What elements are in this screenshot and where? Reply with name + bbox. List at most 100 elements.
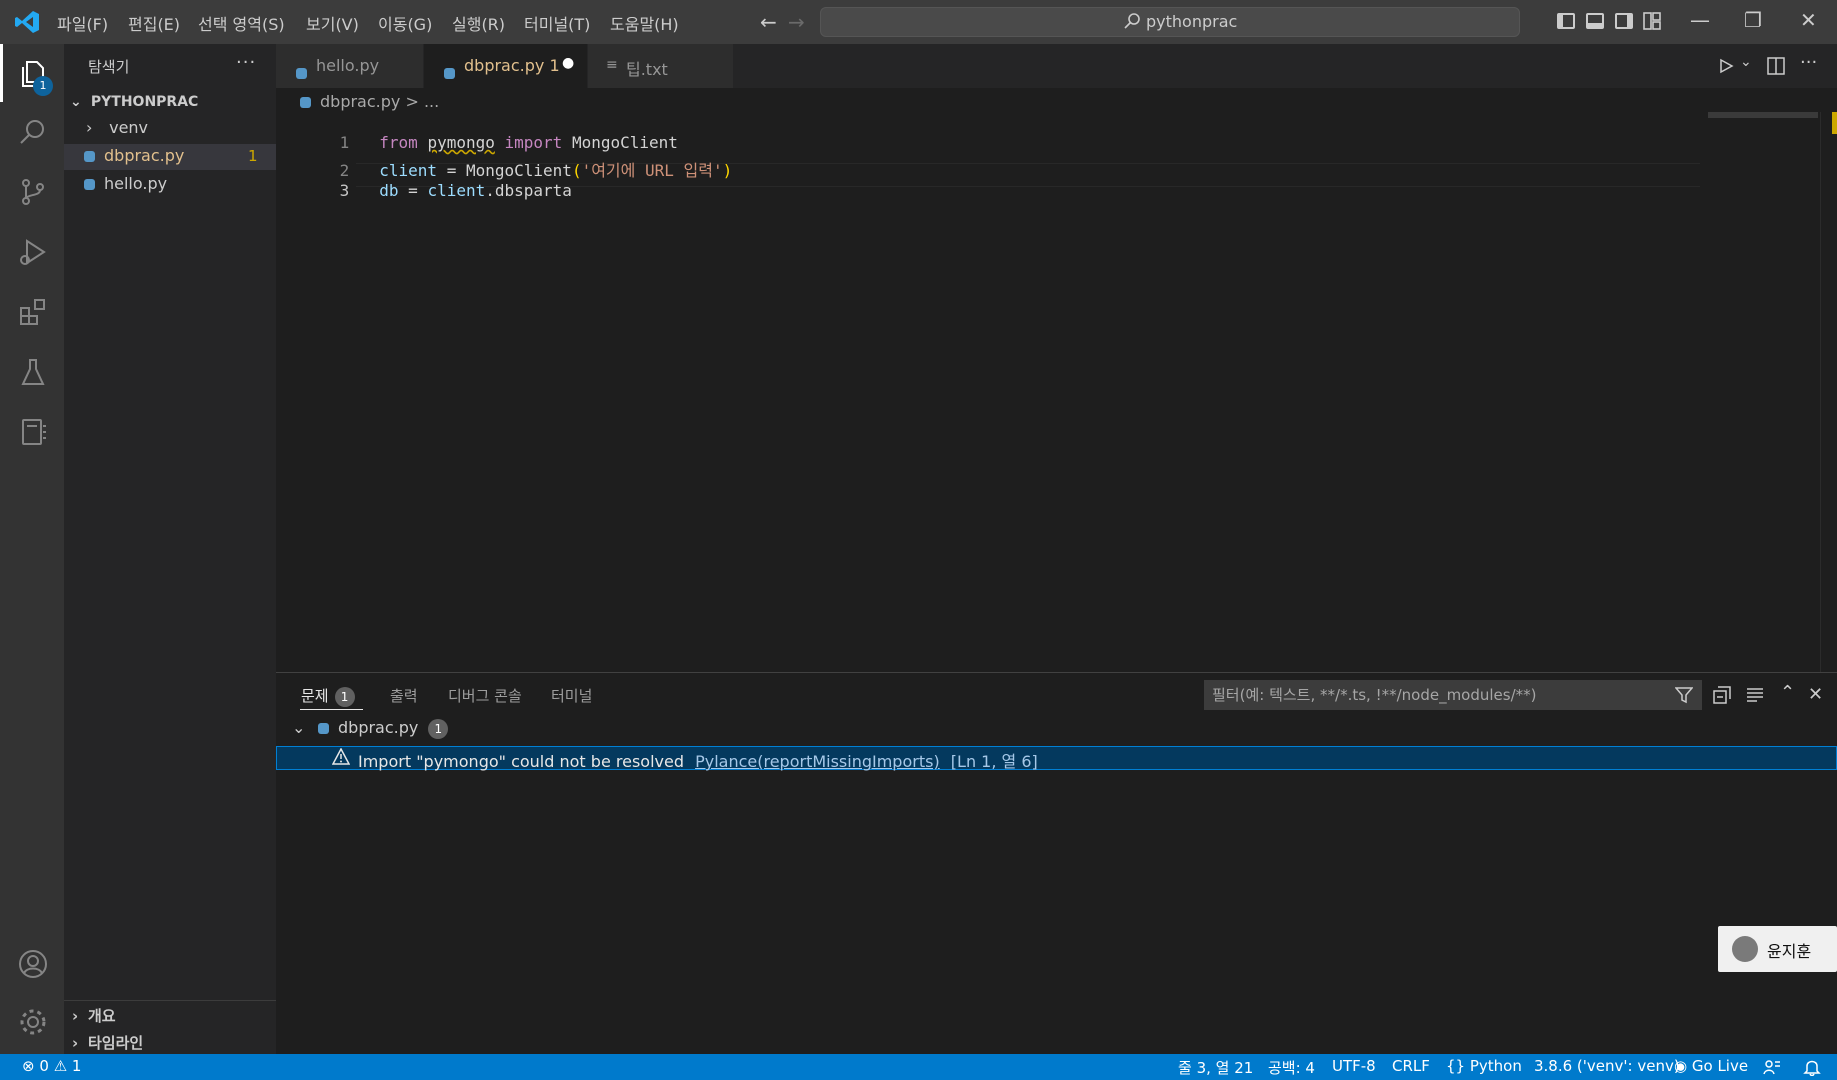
indentation[interactable]: 공백: 4 <box>1268 1057 1315 1078</box>
source-control-icon[interactable] <box>17 176 49 208</box>
breadcrumb-file[interactable]: dbprac.py <box>320 92 400 111</box>
tree-item-dbprac[interactable]: dbprac.py <box>84 146 184 172</box>
split-editor-icon[interactable] <box>1767 57 1785 75</box>
maximize-panel-chevron-up-icon[interactable]: ⌃ <box>1780 682 1795 703</box>
filter-funnel-icon[interactable] <box>1675 686 1693 704</box>
timeline-section[interactable]: › 타임라인 <box>72 1032 143 1053</box>
python-file-icon <box>84 151 95 162</box>
minimap[interactable] <box>1708 112 1818 118</box>
text-file-icon: ≡ <box>606 57 618 73</box>
unsaved-dot-icon[interactable]: ● <box>562 55 574 71</box>
language-mode[interactable]: {} Python <box>1446 1057 1522 1075</box>
tab-label: dbprac.py 1 <box>464 56 560 75</box>
tab-hello[interactable]: hello.py <box>276 44 424 88</box>
problems-status[interactable]: ⊗ 0 ⚠ 1 <box>22 1057 81 1075</box>
view-as-list-icon[interactable] <box>1746 686 1764 704</box>
problem-file-group[interactable]: ⌄ dbprac.py 1 <box>292 718 449 744</box>
cursor-position[interactable]: 줄 3, 열 21 <box>1178 1057 1253 1078</box>
code-line-3[interactable]: 3 db = client.dbsparta <box>276 162 572 200</box>
menu-run[interactable]: 실행(R) <box>452 11 505 35</box>
tree-item-venv[interactable]: › venv <box>86 118 148 144</box>
feedback-icon[interactable] <box>1763 1058 1781 1076</box>
tab-output[interactable]: 출력 <box>390 685 418 706</box>
variable-client: client <box>427 181 486 200</box>
close-window-icon[interactable]: ✕ <box>1800 8 1817 32</box>
tab-label: hello.py <box>316 56 380 75</box>
bell-icon[interactable] <box>1803 1058 1821 1076</box>
run-dropdown-chevron-icon[interactable]: ⌄ <box>1740 54 1752 70</box>
editor-scrollbar[interactable] <box>1820 112 1837 672</box>
error-icon: ⊗ <box>22 1057 35 1075</box>
tab-problems[interactable]: 문제 1 <box>301 685 355 707</box>
tab-tip[interactable]: ≡ 팁.txt <box>588 44 734 88</box>
menu-terminal[interactable]: 터미널(T) <box>524 11 590 35</box>
testing-flask-icon[interactable] <box>17 356 49 388</box>
menu-view[interactable]: 보기(V) <box>306 11 359 35</box>
account-icon[interactable] <box>17 948 49 980</box>
close-panel-icon[interactable]: ✕ <box>1808 684 1823 705</box>
code-line-1[interactable]: 1 from pymongo import MongoClient <box>276 114 678 152</box>
folder-header[interactable]: ⌄ PYTHONPRAC <box>70 94 198 110</box>
breadcrumb-more[interactable]: ... <box>424 92 439 111</box>
run-debug-icon[interactable] <box>17 236 49 268</box>
problems-filter-box <box>1204 680 1702 710</box>
tree-item-hello[interactable]: hello.py <box>84 174 167 200</box>
run-python-icon[interactable] <box>1718 58 1734 74</box>
problem-file-name: dbprac.py <box>338 718 419 737</box>
python-interpreter[interactable]: 3.8.6 ('venv': venv) <box>1534 1057 1680 1075</box>
notebook-icon[interactable] <box>17 416 49 448</box>
problems-filter-input[interactable] <box>1204 680 1664 710</box>
toast-user-name: 윤지훈 <box>1767 942 1812 961</box>
collapse-all-icon[interactable] <box>1713 686 1731 704</box>
tab-debug-console[interactable]: 디버그 콘솔 <box>448 685 522 706</box>
gear-icon[interactable] <box>17 1006 49 1038</box>
customize-layout-icon[interactable] <box>1643 12 1661 30</box>
problem-location: [Ln 1, 열 6] <box>950 752 1038 771</box>
command-center-text: pythonprac <box>1146 12 1238 31</box>
menu-file[interactable]: 파일(F) <box>57 11 108 35</box>
problem-count-badge: 1 <box>248 147 258 165</box>
forward-arrow-icon[interactable]: → <box>788 10 805 34</box>
menu-go[interactable]: 이동(G) <box>378 11 432 35</box>
avatar <box>1732 936 1758 962</box>
menu-help[interactable]: 도움말(H) <box>610 11 679 35</box>
problem-source-link[interactable]: Pylance(reportMissingImports) <box>695 752 940 771</box>
code-line-2[interactable]: 2 client = MongoClient('여기에 URL 입력') <box>276 138 733 180</box>
tab-dbprac[interactable]: dbprac.py 1 ● <box>424 44 588 88</box>
activity-active-indicator <box>0 44 3 102</box>
back-arrow-icon[interactable]: ← <box>760 10 777 34</box>
menu-edit[interactable]: 편집(E) <box>128 11 180 35</box>
outline-label: 개요 <box>88 1007 116 1025</box>
restore-icon[interactable]: ❐ <box>1744 8 1762 32</box>
toggle-panel-icon[interactable] <box>1586 13 1604 29</box>
extensions-icon[interactable] <box>17 296 49 328</box>
more-actions-icon[interactable]: ··· <box>236 52 256 73</box>
breadcrumb: dbprac.py > ... <box>300 92 439 111</box>
line-number: 3 <box>339 181 350 200</box>
file-problem-count-badge: 1 <box>428 718 449 739</box>
encoding[interactable]: UTF-8 <box>1332 1057 1376 1075</box>
python-file-icon <box>84 179 95 190</box>
attribute-name: dbsparta <box>494 181 572 200</box>
tab-terminal[interactable]: 터미널 <box>551 685 592 706</box>
search-icon <box>1124 13 1140 29</box>
menu-selection[interactable]: 선택 영역(S) <box>198 11 285 35</box>
warning-count: 1 <box>71 1057 82 1075</box>
explorer-badge: 1 <box>33 76 53 96</box>
search-icon[interactable] <box>17 116 49 148</box>
toggle-secondary-sidebar-icon[interactable] <box>1615 13 1633 29</box>
error-count: 0 <box>39 1057 49 1075</box>
chevron-right-icon: › <box>72 1034 79 1052</box>
go-live-button[interactable]: ◉ Go Live <box>1674 1057 1748 1075</box>
go-live-label: Go Live <box>1691 1057 1749 1075</box>
python-file-icon <box>300 97 311 108</box>
broadcast-icon: ◉ <box>1674 1057 1688 1075</box>
editor-more-actions-icon[interactable]: ··· <box>1800 52 1817 73</box>
operator: = <box>398 181 428 200</box>
outline-section[interactable]: › 개요 <box>72 1005 116 1026</box>
minimize-icon[interactable]: — <box>1690 8 1710 32</box>
end-of-line[interactable]: CRLF <box>1392 1057 1430 1075</box>
toggle-sidebar-icon[interactable] <box>1557 13 1575 29</box>
chevron-right-icon: › <box>86 118 93 137</box>
folder-name: PYTHONPRAC <box>90 94 199 110</box>
